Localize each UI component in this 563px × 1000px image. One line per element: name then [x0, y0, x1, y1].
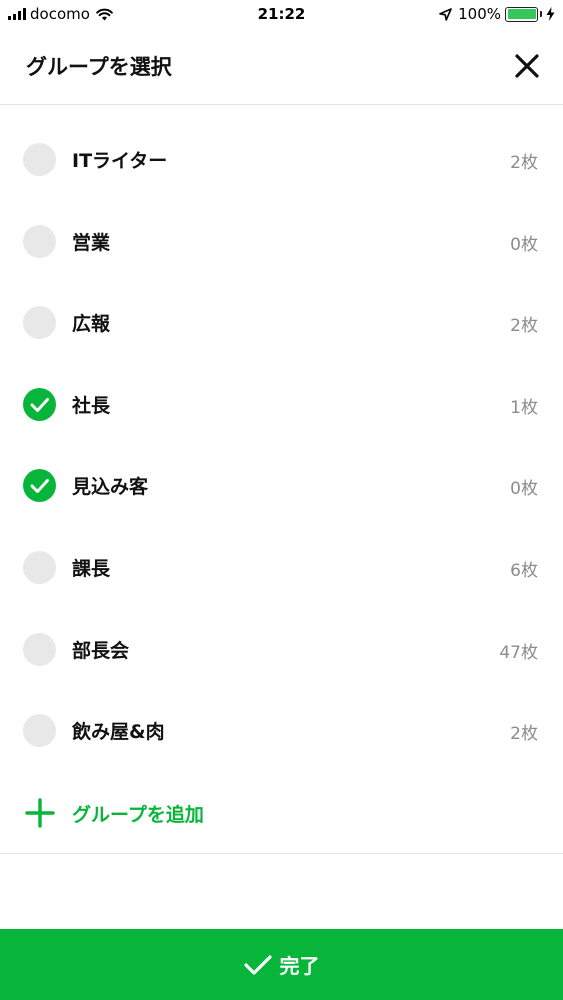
close-icon: [515, 54, 539, 78]
check-icon: [30, 397, 49, 412]
add-group-label: グループを追加: [72, 804, 204, 826]
group-item[interactable]: ITライター 2枚: [0, 119, 563, 201]
group-name: 社長: [72, 394, 111, 417]
group-count: 6枚: [510, 560, 538, 581]
group-name: 飲み屋&肉: [72, 721, 165, 744]
battery-icon: [505, 6, 538, 22]
group-item[interactable]: 営業 0枚: [0, 201, 563, 283]
group-item[interactable]: 部長会 47枚: [0, 609, 563, 691]
group-item[interactable]: 広報 2枚: [0, 282, 563, 364]
group-list: ITライター 2枚 営業 0枚 広報 2枚 社長 1枚 見込み客 0枚 課長 6枚 部長会 47枚 飲み屋&…: [0, 119, 563, 772]
checked-circle-icon[interactable]: [23, 387, 56, 421]
group-name: 営業: [72, 231, 111, 254]
check-icon: [30, 479, 49, 494]
group-item[interactable]: 課長 6枚: [0, 527, 563, 609]
battery-cap: [540, 11, 542, 17]
group-item[interactable]: 飲み屋&肉 2枚: [0, 690, 563, 772]
unchecked-circle-icon[interactable]: [23, 714, 56, 748]
location-icon: [439, 7, 452, 21]
unchecked-circle-icon[interactable]: [23, 143, 56, 176]
group-count: 0枚: [510, 479, 538, 500]
group-count: 2枚: [510, 724, 538, 745]
group-name: 広報: [72, 313, 111, 336]
close-button[interactable]: [511, 50, 543, 82]
group-name: 見込み客: [72, 476, 149, 499]
page-title: グループを選択: [26, 55, 172, 79]
group-count: 2枚: [510, 153, 538, 173]
status-right: 100%: [439, 5, 555, 23]
checked-circle-icon[interactable]: [23, 469, 56, 503]
group-item[interactable]: 社長 1枚: [0, 364, 563, 446]
battery-fill: [507, 9, 536, 19]
group-name: ITライター: [72, 150, 168, 172]
group-item[interactable]: 見込み客 0枚: [0, 445, 563, 527]
unchecked-circle-icon[interactable]: [23, 306, 56, 340]
group-name: 課長: [72, 557, 111, 580]
group-name: 部長会: [72, 639, 130, 662]
unchecked-circle-icon[interactable]: [23, 632, 56, 666]
done-label: 完了: [279, 954, 320, 978]
done-button[interactable]: 完了: [0, 929, 563, 1000]
plus-icon: [25, 798, 55, 828]
charging-icon: [546, 7, 555, 21]
header: グループを選択: [0, 30, 563, 105]
status-bar: docomo 21:22 100%: [0, 0, 563, 30]
unchecked-circle-icon[interactable]: [23, 550, 56, 584]
group-count: 2枚: [510, 316, 538, 337]
check-icon: [243, 954, 272, 975]
group-count: 1枚: [510, 397, 538, 418]
group-count: 0枚: [510, 234, 538, 255]
unchecked-circle-icon[interactable]: [23, 224, 56, 258]
group-count: 47枚: [499, 642, 538, 663]
battery-percent: 100%: [458, 5, 501, 23]
add-group-button[interactable]: グループを追加: [0, 772, 563, 854]
